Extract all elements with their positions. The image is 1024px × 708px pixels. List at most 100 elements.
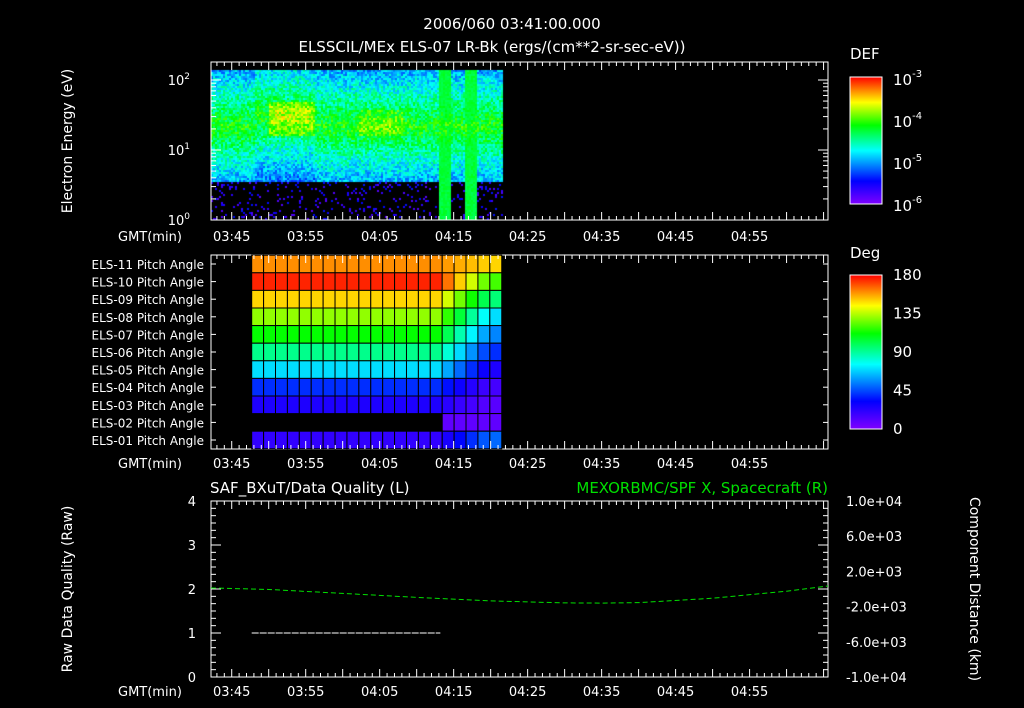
pitch-cell xyxy=(263,254,277,274)
pitch-cell xyxy=(477,395,491,415)
pitch-row-label: ELS-03 Pitch Angle xyxy=(92,399,204,413)
right-y-tick-label: 6.0e+03 xyxy=(846,530,902,545)
deg-colorbar-label: 90 xyxy=(893,343,912,361)
ylabel-text: Electron Energy (eV) xyxy=(60,69,76,213)
pitch-cell xyxy=(322,342,336,362)
pitch-cell xyxy=(263,377,277,397)
pitch-cell xyxy=(489,395,503,415)
x-tick-label: 04:05 xyxy=(361,457,398,472)
pitch-cell xyxy=(465,360,479,379)
left-y-tick-label: 0 xyxy=(188,671,196,686)
pitch-cell xyxy=(453,289,467,309)
pitch-cell xyxy=(417,307,431,327)
pitch-cell xyxy=(298,289,312,309)
pitch-cell xyxy=(405,289,419,309)
pitch-cell xyxy=(382,342,396,362)
pitch-cell xyxy=(453,360,467,379)
pitch-cell xyxy=(441,272,455,291)
pitch-cell xyxy=(322,395,336,415)
pitch-cell xyxy=(334,360,348,379)
pitch-row-label: ELS-02 Pitch Angle xyxy=(92,416,204,430)
left-y-tick-label: 2 xyxy=(188,583,196,598)
pitch-cell xyxy=(453,254,467,274)
pitch-cell xyxy=(429,289,443,309)
pitch-cell xyxy=(251,289,265,309)
pitch-cell xyxy=(334,325,348,344)
deg-colorbar xyxy=(849,274,883,430)
pitch-cell xyxy=(334,342,348,362)
pitch-cell xyxy=(263,430,277,450)
pitch-cell xyxy=(465,307,479,327)
pitch-cell xyxy=(394,377,407,397)
def-colorbar xyxy=(849,76,883,205)
gmt-label-2: GMT(min) xyxy=(118,457,182,472)
pitch-cell xyxy=(275,272,288,291)
x-tick-label: 04:05 xyxy=(361,685,398,700)
deg-colorbar-title: Deg xyxy=(850,244,880,262)
pitch-cell xyxy=(334,289,348,309)
pitch-cell xyxy=(441,430,455,450)
pitch-cell xyxy=(394,360,407,379)
pitch-cell xyxy=(382,307,396,327)
pitch-cell xyxy=(286,289,300,309)
plot-area: 2006/060 03:41:00.000 ELSSCIL/MEx ELS-07… xyxy=(60,15,982,700)
pitch-row-label: ELS-09 Pitch Angle xyxy=(92,293,204,307)
right-y-tick-label: -6.0e+03 xyxy=(846,636,907,651)
pitch-cell xyxy=(322,254,336,274)
pitch-cell xyxy=(489,254,503,274)
pitch-cell xyxy=(453,307,467,327)
pitch-cell xyxy=(382,430,396,450)
pitch-cell xyxy=(346,272,360,291)
pitch-cell xyxy=(394,272,407,291)
x-tick-label: 04:55 xyxy=(731,685,768,700)
pitch-cell xyxy=(310,395,324,415)
pitch-cell xyxy=(405,342,419,362)
pitch-cell xyxy=(453,325,467,344)
pitch-row-label: ELS-10 Pitch Angle xyxy=(92,276,204,290)
pitch-cell xyxy=(405,360,419,379)
pitch-row-label: ELS-11 Pitch Angle xyxy=(92,258,204,272)
x-tick-label: 04:35 xyxy=(583,230,620,245)
pitch-cell xyxy=(251,395,265,415)
main-title: ELSSCIL/MEx ELS-07 LR-Bk (ergs/(cm**2-sr… xyxy=(298,38,685,56)
pitch-cell xyxy=(429,430,443,450)
def-colorbar-label: 10-4 xyxy=(893,111,922,131)
left-y-tick-label: 4 xyxy=(188,495,196,510)
pitch-cell xyxy=(429,395,443,415)
pitch-cell xyxy=(429,377,443,397)
deg-colorbar-label: 135 xyxy=(893,305,922,323)
pitch-cell xyxy=(334,254,348,274)
pitch-cell xyxy=(477,360,491,379)
pitch-cell xyxy=(453,342,467,362)
pitch-cell xyxy=(286,342,300,362)
pitch-cell xyxy=(489,377,503,397)
pitch-cell xyxy=(382,377,396,397)
pitch-cell xyxy=(370,272,384,291)
left-ylabel: Raw Data Quality (Raw) xyxy=(60,506,76,673)
pitch-cell xyxy=(251,342,265,362)
pitch-cell xyxy=(370,289,384,309)
right-y-tick-label: 2.0e+03 xyxy=(846,565,902,580)
pitch-cell xyxy=(453,272,467,291)
pitch-cell xyxy=(441,413,455,432)
pitch-cell xyxy=(489,272,503,291)
pitch-cell xyxy=(263,325,277,344)
pitch-cell xyxy=(251,377,265,397)
pitch-cell xyxy=(405,377,419,397)
pitch-cell xyxy=(263,307,277,327)
pitch-cell xyxy=(251,360,265,379)
pitch-cell xyxy=(358,342,372,362)
pitch-cell xyxy=(453,377,467,397)
pitch-cell xyxy=(394,395,407,415)
pitch-cell xyxy=(322,430,336,450)
pitch-cell xyxy=(286,325,300,344)
pitch-cell xyxy=(477,342,491,362)
pitch-angle-panel: ELS-11 Pitch Angle ELS-10 Pitch Angle ELS-… xyxy=(92,244,922,472)
pitch-cell xyxy=(310,360,324,379)
pitch-cell xyxy=(322,377,336,397)
x-tick-label: 04:25 xyxy=(509,230,546,245)
x-tick-label: 04:15 xyxy=(435,457,472,472)
x-tick-label: 04:05 xyxy=(361,230,398,245)
pitch-cell xyxy=(286,377,300,397)
pitch-cell xyxy=(298,360,312,379)
